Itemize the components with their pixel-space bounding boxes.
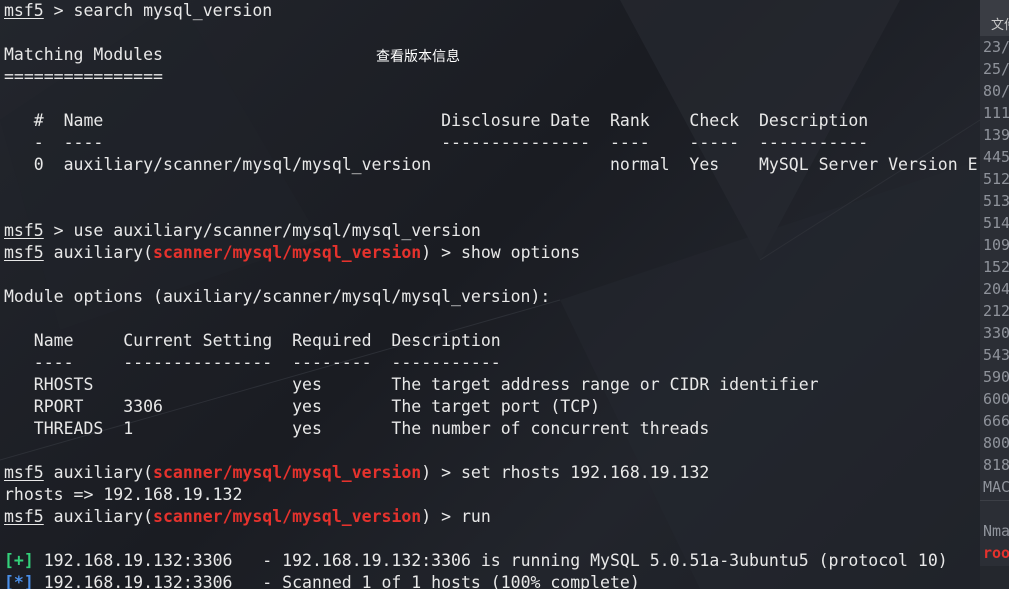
side-line: 666 bbox=[983, 412, 1009, 430]
side-line: 513 bbox=[983, 192, 1009, 210]
module-context-prefix: auxiliary( bbox=[43, 507, 154, 526]
command-text: > search mysql_version bbox=[43, 1, 273, 20]
side-line: 445 bbox=[983, 148, 1009, 166]
side-divider bbox=[980, 500, 1009, 501]
side-scroll-area[interactable] bbox=[980, 566, 1009, 589]
side-line: 139 bbox=[983, 126, 1009, 144]
table-row: RHOSTS yes The target address range or C… bbox=[4, 375, 819, 394]
msf-prompt: msf5 bbox=[4, 463, 44, 482]
side-line: Nma bbox=[983, 522, 1009, 540]
side-line: 330 bbox=[983, 324, 1009, 342]
table-row: 0 auxiliary/scanner/mysql/mysql_version … bbox=[4, 155, 979, 174]
terminal-line: msf5 auxiliary(scanner/mysql/mysql_versi… bbox=[4, 462, 709, 484]
module-context-prefix: auxiliary( bbox=[43, 463, 154, 482]
command-text: > use auxiliary/scanner/mysql/mysql_vers… bbox=[43, 221, 481, 240]
side-line: 512 bbox=[983, 170, 1009, 188]
module-path: scanner/mysql/mysql_version bbox=[153, 243, 422, 262]
result-text: 192.168.19.132:3306 - 192.168.19.132:330… bbox=[33, 551, 948, 570]
msf-prompt: msf5 bbox=[4, 507, 44, 526]
msf-prompt: msf5 bbox=[4, 243, 44, 262]
terminal-line: msf5 auxiliary(scanner/mysql/mysql_versi… bbox=[4, 506, 491, 528]
module-context-prefix: auxiliary( bbox=[43, 243, 154, 262]
options-table-separator: ---- --------------- -------- ----------… bbox=[4, 353, 501, 372]
info-indicator: [*] bbox=[4, 573, 34, 589]
side-line: 23/ bbox=[983, 38, 1009, 56]
side-line: 818 bbox=[983, 456, 1009, 474]
table-header: # Name Disclosure Date Rank Check Descri… bbox=[4, 111, 869, 130]
side-line: 109 bbox=[983, 236, 1009, 254]
success-indicator: [+] bbox=[4, 551, 34, 570]
table-row: THREADS 1 yes The number of concurrent t… bbox=[4, 419, 710, 438]
options-table-header: Name Current Setting Required Descriptio… bbox=[4, 331, 501, 350]
module-options-heading: Module options (auxiliary/scanner/mysql/… bbox=[4, 287, 551, 306]
side-line: MAC bbox=[983, 478, 1009, 496]
side-line-prompt: roo bbox=[983, 544, 1009, 562]
annotation-label: 查看版本信息 bbox=[376, 49, 460, 65]
side-line: 204 bbox=[983, 280, 1009, 298]
side-line: 80/ bbox=[983, 82, 1009, 100]
side-line: 590 bbox=[983, 368, 1009, 386]
side-terminal-panel[interactable]: 文件 23/ 25/ 80/ 111 139 445 512 513 514 1… bbox=[980, 0, 1009, 589]
command-text: ) > run bbox=[421, 507, 491, 526]
module-path: scanner/mysql/mysql_version bbox=[153, 463, 422, 482]
terminal-line: msf5 > use auxiliary/scanner/mysql/mysql… bbox=[4, 220, 481, 242]
menu-file[interactable]: 文件 bbox=[991, 14, 1009, 33]
terminal-window[interactable]: msf5 > search mysql_version Matching Mod… bbox=[4, 0, 979, 589]
side-line: 152 bbox=[983, 258, 1009, 276]
table-separator: - ---- --------------- ---- ----- ------… bbox=[4, 133, 869, 152]
side-line: 25/ bbox=[983, 60, 1009, 78]
table-row: RPORT 3306 yes The target port (TCP) bbox=[4, 397, 601, 416]
command-text: ) > set rhosts 192.168.19.132 bbox=[421, 463, 710, 482]
terminal-line: msf5 > search mysql_version bbox=[4, 0, 272, 22]
side-line: 111 bbox=[983, 104, 1009, 122]
side-line: 514 bbox=[983, 214, 1009, 232]
module-path: scanner/mysql/mysql_version bbox=[153, 507, 422, 526]
result-text: 192.168.19.132:3306 - Scanned 1 of 1 hos… bbox=[33, 573, 640, 589]
command-output: rhosts => 192.168.19.132 bbox=[4, 485, 243, 504]
result-line-success: [+] 192.168.19.132:3306 - 192.168.19.132… bbox=[4, 550, 948, 572]
side-line: 600 bbox=[983, 390, 1009, 408]
msf-prompt: msf5 bbox=[4, 1, 44, 20]
section-heading: Matching Modules bbox=[4, 45, 163, 64]
result-line-info: [*] 192.168.19.132:3306 - Scanned 1 of 1… bbox=[4, 572, 640, 589]
command-text: ) > show options bbox=[421, 243, 581, 262]
side-panel-menubar: 文件 bbox=[980, 0, 1009, 36]
side-line: 543 bbox=[983, 346, 1009, 364]
section-underline: ================ bbox=[4, 67, 163, 86]
side-line: 212 bbox=[983, 302, 1009, 320]
side-line: 800 bbox=[983, 434, 1009, 452]
msf-prompt: msf5 bbox=[4, 221, 44, 240]
terminal-line: msf5 auxiliary(scanner/mysql/mysql_versi… bbox=[4, 242, 580, 264]
